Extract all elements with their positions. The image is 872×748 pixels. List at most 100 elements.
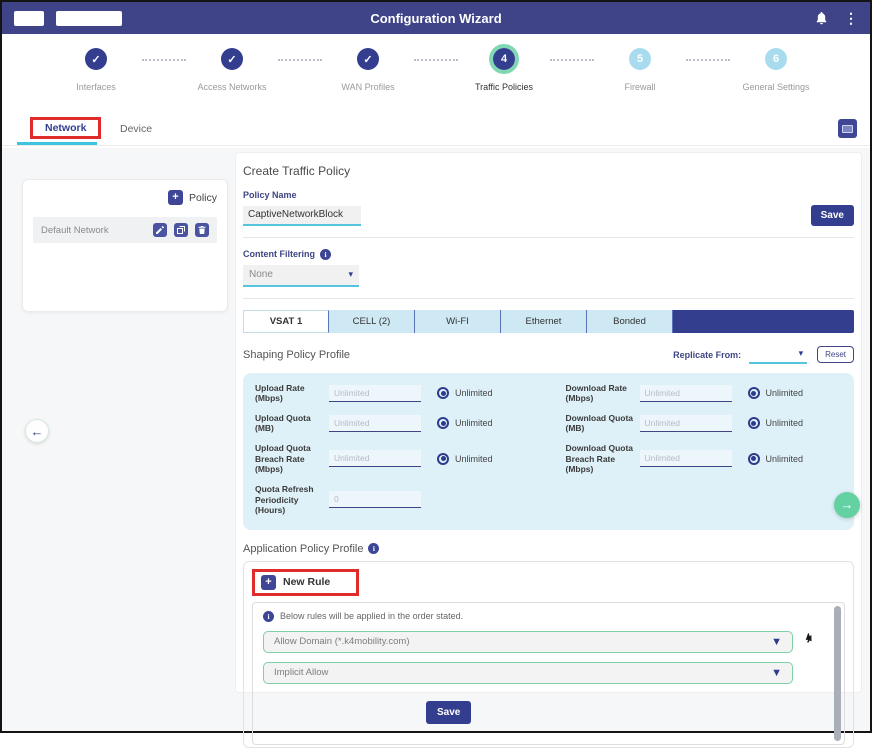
step-firewall[interactable]: 5 Firewall: [594, 48, 686, 112]
brand-placeholder: [56, 11, 122, 26]
rules-info-text: Below rules will be applied in the order…: [280, 611, 463, 621]
page-title: Configuration Wizard: [2, 11, 870, 26]
tab-device[interactable]: Device: [120, 123, 152, 135]
upload-rate-input[interactable]: [329, 385, 421, 402]
content-filtering-select[interactable]: None ▾: [243, 265, 359, 287]
radio-selected-icon[interactable]: [748, 453, 760, 465]
reset-button[interactable]: Reset: [817, 346, 854, 363]
step-number: 6: [765, 48, 787, 70]
step-wan-profiles[interactable]: ✓ WAN Profiles: [322, 48, 414, 112]
download-quota-input[interactable]: [640, 415, 732, 432]
upload-quota-row: Upload Quota (MB) Unlimited: [255, 413, 532, 434]
plus-icon: +: [261, 575, 276, 590]
info-icon[interactable]: i: [320, 249, 331, 260]
panel-title: Create Traffic Policy: [243, 164, 854, 178]
network-device-tabbar: Network Device: [2, 112, 870, 146]
info-icon[interactable]: i: [368, 543, 379, 554]
radio-selected-icon[interactable]: [437, 417, 449, 429]
copy-icon[interactable]: [174, 223, 188, 237]
info-icon: i: [263, 611, 274, 622]
upload-quota-input[interactable]: [329, 415, 421, 432]
radio-selected-icon[interactable]: [437, 453, 449, 465]
step-connector: [278, 59, 322, 112]
tab-bonded[interactable]: Bonded: [587, 310, 673, 333]
bottom-save-button[interactable]: Save: [426, 701, 471, 724]
rules-list-box: i Below rules will be applied in the ord…: [252, 602, 845, 745]
tab-network[interactable]: Network: [30, 117, 101, 139]
step-general-settings[interactable]: 6 General Settings: [730, 48, 822, 112]
quota-refresh-row: Quota Refresh Periodicity (Hours): [255, 484, 532, 516]
policy-list-item[interactable]: Default Network: [33, 217, 217, 243]
radio-selected-icon[interactable]: [748, 387, 760, 399]
radio-selected-icon[interactable]: [748, 417, 760, 429]
logo-placeholder: [14, 11, 44, 26]
upload-column: Upload Rate (Mbps) Unlimited Upload Quot…: [255, 383, 532, 516]
upload-breach-input[interactable]: [329, 450, 421, 467]
kebab-menu-icon[interactable]: ⋮: [844, 11, 858, 25]
content-filtering-label: Content Filtering: [243, 249, 315, 259]
plus-icon: +: [168, 190, 183, 205]
next-arrow-button[interactable]: →: [834, 492, 860, 518]
upload-rate-row: Upload Rate (Mbps) Unlimited: [255, 383, 532, 404]
rule-dropdown-implicit-allow[interactable]: Implicit Allow ▼: [263, 662, 793, 684]
interface-tabbar: VSAT 1 CELL (2) Wi-FI Ethernet Bonded: [243, 310, 854, 333]
download-rate-input[interactable]: [640, 385, 732, 402]
tab-cell[interactable]: CELL (2): [329, 310, 415, 333]
back-arrow-button[interactable]: ←: [25, 419, 49, 443]
download-breach-row: Download Quota Breach Rate (Mbps) Unlimi…: [566, 443, 843, 475]
quota-refresh-input[interactable]: [329, 491, 421, 508]
scrollbar[interactable]: [834, 606, 841, 741]
active-tab-underline: [17, 142, 97, 145]
tab-vsat1[interactable]: VSAT 1: [243, 310, 329, 333]
add-policy-button[interactable]: + Policy: [33, 190, 217, 205]
policy-name-group: Policy Name: [243, 190, 361, 226]
step-connector: [142, 59, 186, 112]
step-check-icon: ✓: [85, 48, 107, 70]
shaping-fields-panel: Upload Rate (Mbps) Unlimited Upload Quot…: [243, 373, 854, 530]
chevron-down-icon: ▾: [799, 348, 804, 359]
download-quota-row: Download Quota (MB) Unlimited: [566, 413, 843, 434]
new-rule-annotation-box: + New Rule: [252, 569, 359, 596]
content-area: + Policy Default Network ← Create Traffi…: [2, 148, 870, 731]
step-number: 4: [493, 48, 515, 70]
upload-breach-row: Upload Quota Breach Rate (Mbps) Unlimite…: [255, 443, 532, 475]
download-breach-input[interactable]: [640, 450, 732, 467]
step-check-icon: ✓: [221, 48, 243, 70]
step-access-networks[interactable]: ✓ Access Networks: [186, 48, 278, 112]
step-connector: [414, 59, 458, 112]
download-column: Download Rate (Mbps) Unlimited Download …: [566, 383, 843, 516]
application-policy-title: Application Policy Profile: [243, 543, 363, 555]
shaping-policy-title: Shaping Policy Profile: [243, 349, 350, 361]
delete-trash-icon[interactable]: [195, 223, 209, 237]
save-button[interactable]: Save: [811, 205, 854, 226]
new-rule-button[interactable]: + New Rule: [261, 575, 330, 590]
chevron-down-icon: ▼: [771, 636, 782, 648]
mouse-cursor: [805, 633, 815, 651]
step-interfaces[interactable]: ✓ Interfaces: [50, 48, 142, 112]
edit-pencil-icon[interactable]: [153, 223, 167, 237]
policy-name-label: Policy Name: [243, 190, 361, 200]
step-number: 5: [629, 48, 651, 70]
wizard-stepper: ✓ Interfaces ✓ Access Networks ✓ WAN Pro…: [2, 34, 870, 112]
rule-dropdown-allow-domain[interactable]: Allow Domain (*.k4mobility.com) ▼: [263, 631, 793, 653]
chevron-down-icon: ▼: [771, 667, 782, 679]
expand-panel-icon[interactable]: [838, 119, 857, 138]
replicate-from-label: Replicate From:: [673, 350, 741, 360]
step-connector: [686, 59, 730, 112]
step-check-icon: ✓: [357, 48, 379, 70]
create-traffic-policy-panel: Create Traffic Policy Policy Name Save C…: [235, 152, 862, 693]
step-traffic-policies[interactable]: 4 Traffic Policies: [458, 48, 550, 112]
replicate-from-select[interactable]: ▾: [749, 346, 807, 364]
chevron-down-icon: ▾: [348, 269, 353, 280]
download-rate-row: Download Rate (Mbps) Unlimited: [566, 383, 843, 404]
policies-list-panel: + Policy Default Network: [22, 179, 228, 312]
divider: [243, 298, 854, 299]
tab-wifi[interactable]: Wi-FI: [415, 310, 501, 333]
notifications-bell-icon[interactable]: [815, 11, 828, 25]
policy-name-input[interactable]: [243, 206, 361, 226]
divider: [243, 237, 854, 238]
tabbar-filler: [673, 310, 854, 333]
tab-ethernet[interactable]: Ethernet: [501, 310, 587, 333]
radio-selected-icon[interactable]: [437, 387, 449, 399]
app-header: Configuration Wizard ⋮: [2, 2, 870, 34]
